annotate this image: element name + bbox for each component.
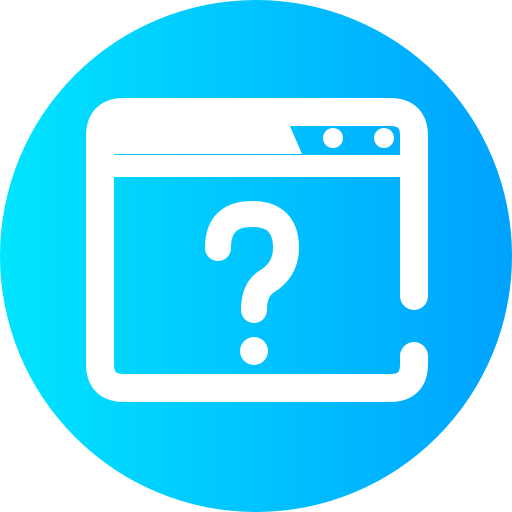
window-dot-icon — [323, 128, 343, 148]
title-bar-fill — [114, 126, 302, 154]
window-dot-icon — [374, 128, 394, 148]
background-circle — [0, 0, 512, 512]
icon-canvas — [0, 0, 512, 512]
question-mark-dot-icon — [240, 337, 268, 365]
browser-window-question-icon — [0, 0, 512, 512]
